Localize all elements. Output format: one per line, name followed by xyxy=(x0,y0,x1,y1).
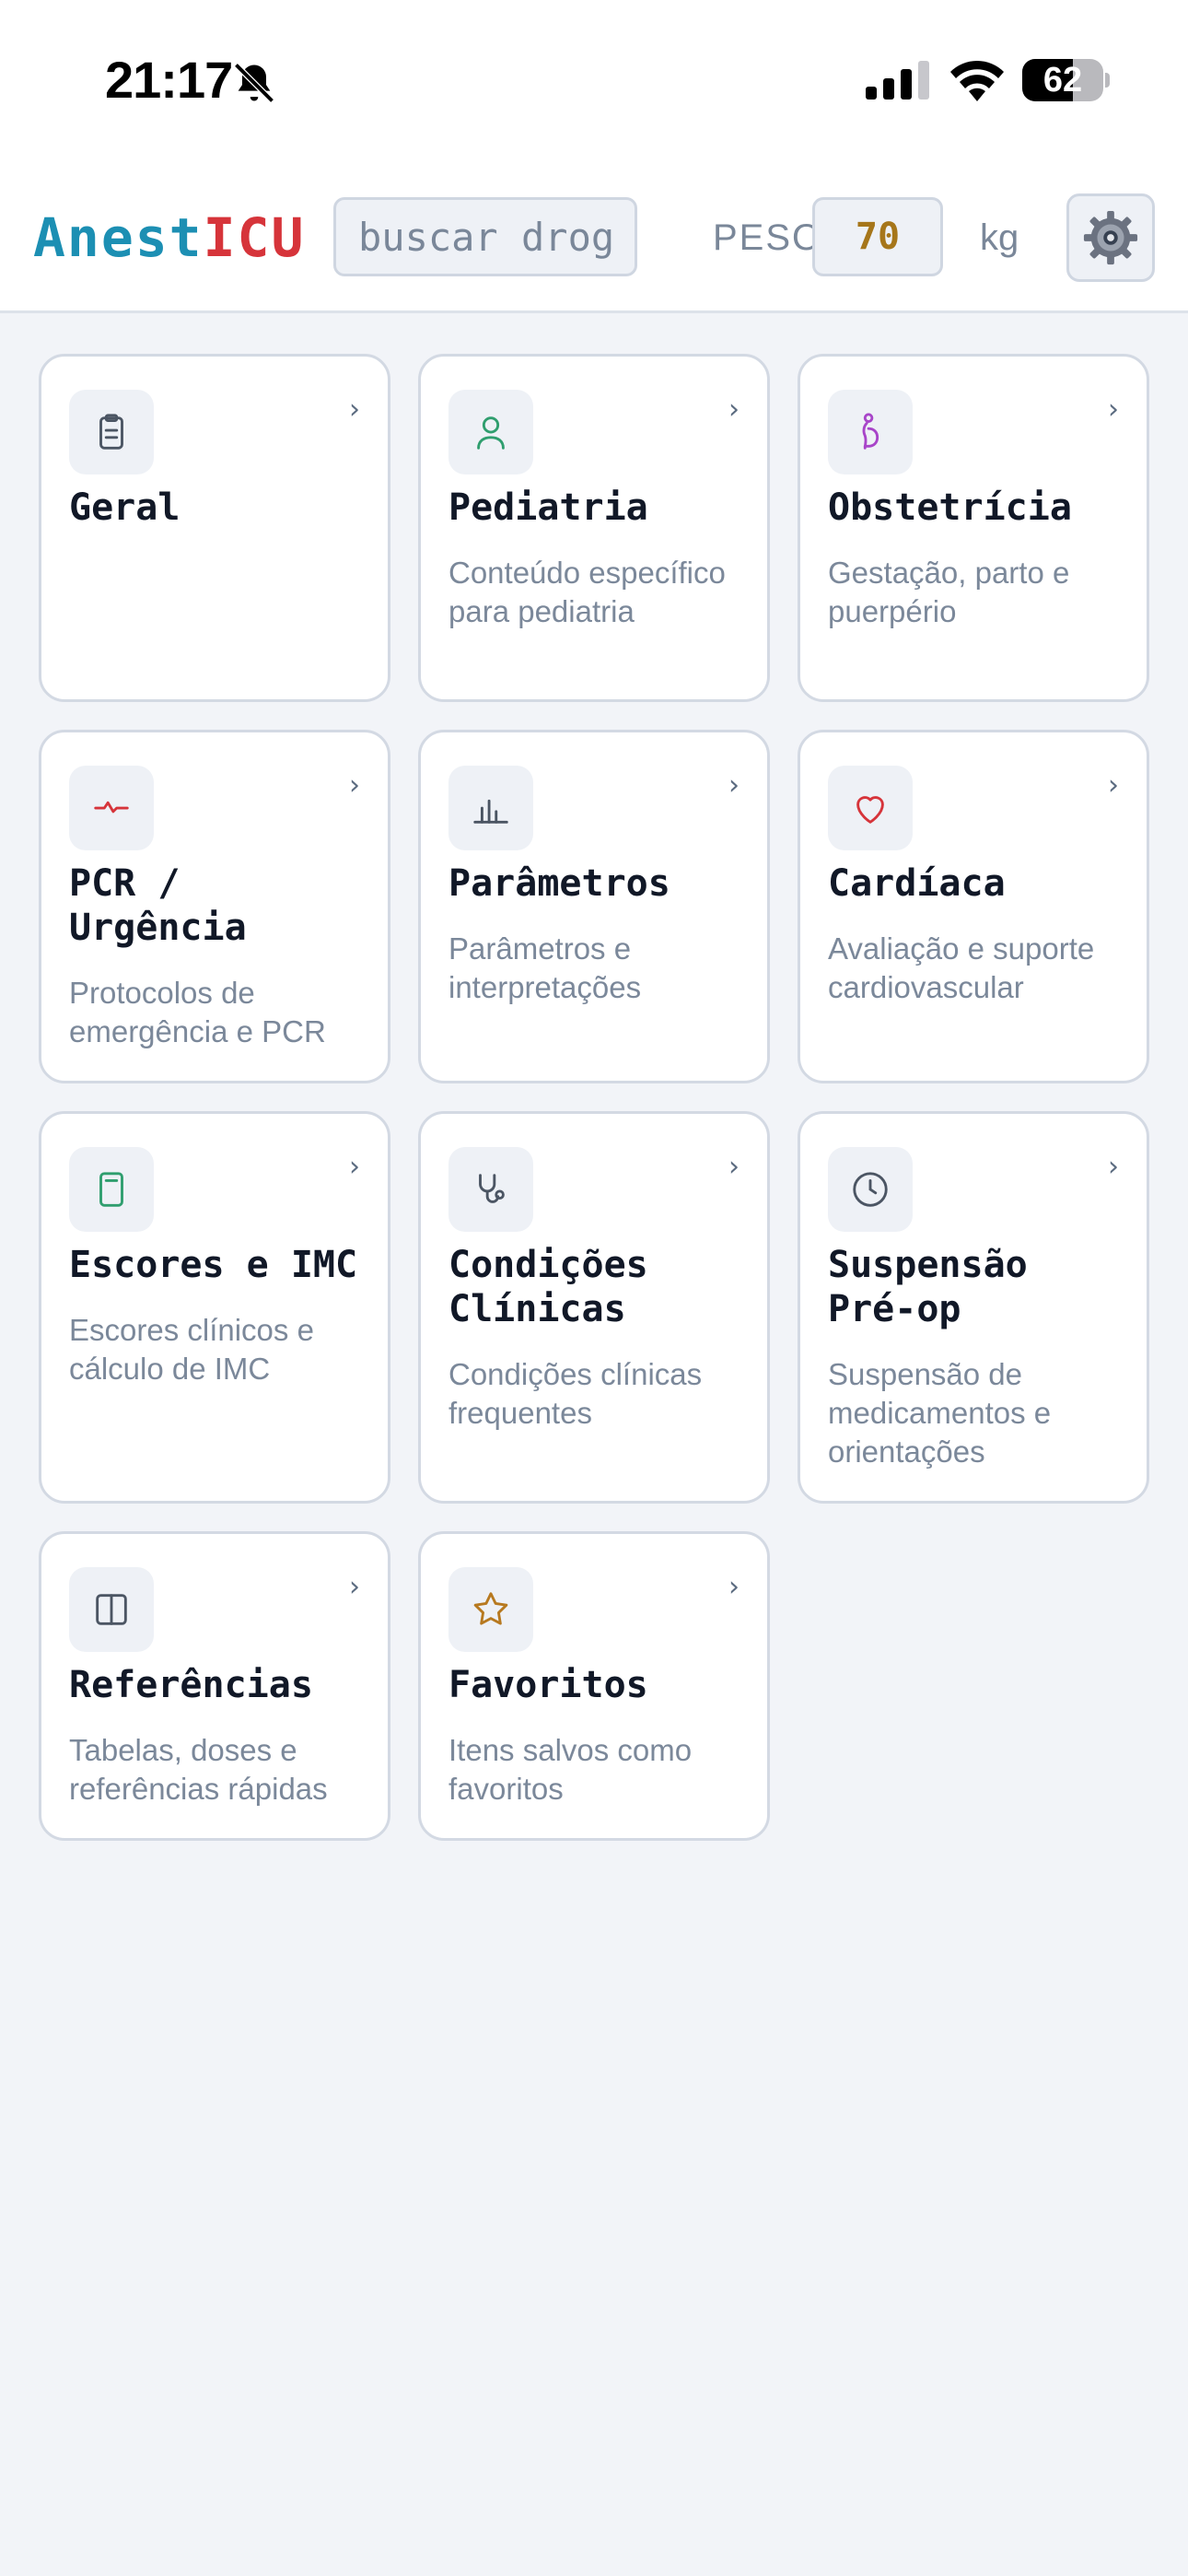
logo-part-icu: ICU xyxy=(203,206,306,269)
card-title: Pediatria xyxy=(448,486,648,529)
card-icon-box xyxy=(448,1567,533,1652)
chevron-right-icon: › xyxy=(349,1571,360,1603)
bell-muted-icon xyxy=(234,63,274,103)
card-description: Tabelas, doses e referências rápidas xyxy=(69,1733,328,1806)
logo-part-anest: Anest xyxy=(33,206,204,269)
weight-label: PESO xyxy=(713,217,823,258)
card-description: Escores clínicos e cálculo de IMC xyxy=(69,1313,314,1386)
card-suspensao-preop[interactable]: › Suspensão Pré-op Suspensão de medicame… xyxy=(798,1111,1149,1504)
card-title: Favoritos xyxy=(448,1664,648,1706)
card-title: Escores e IMC xyxy=(69,1244,358,1286)
chevron-right-icon: › xyxy=(728,1571,740,1603)
card-icon-box xyxy=(69,766,154,850)
card-title: Suspensão Pré-op xyxy=(828,1244,1028,1330)
person-icon xyxy=(477,416,505,450)
card-condicoes-clinicas[interactable]: › Condições Clínicas Condições clínicas … xyxy=(418,1111,770,1504)
weight-unit: kg xyxy=(980,217,1019,258)
card-description: Gestação, parto e puerpério xyxy=(828,556,1070,628)
chevron-right-icon: › xyxy=(1108,393,1119,426)
chevron-right-icon: › xyxy=(728,769,740,802)
pulse-icon xyxy=(94,801,129,814)
chevron-right-icon: › xyxy=(1108,769,1119,802)
card-title: Cardíaca xyxy=(828,862,1006,905)
status-bar: 21:17 62 xyxy=(0,0,1188,166)
card-icon-box xyxy=(828,390,913,474)
gear-icon xyxy=(1083,210,1138,265)
chevron-right-icon: › xyxy=(349,393,360,426)
chevron-right-icon: › xyxy=(349,1151,360,1183)
search-input[interactable] xyxy=(333,197,637,276)
card-obstetricia[interactable]: › Obstetrícia Gestação, parto e puerpéri… xyxy=(798,354,1149,702)
card-icon-box xyxy=(448,390,533,474)
clipboard-icon xyxy=(99,414,123,450)
card-title: Parâmetros xyxy=(448,862,670,905)
card-icon-box xyxy=(69,1567,154,1652)
card-title: Condições Clínicas xyxy=(448,1244,648,1330)
wifi-icon xyxy=(950,60,1004,101)
card-description: Suspensão de medicamentos e orientações xyxy=(828,1357,1052,1469)
card-icon-box xyxy=(448,766,533,850)
heart-icon xyxy=(856,796,884,824)
card-title: PCR / Urgência xyxy=(69,862,247,949)
status-time: 21:17 xyxy=(105,51,233,109)
book-icon xyxy=(96,1594,127,1625)
app-logo: AnestICU xyxy=(33,206,305,269)
card-pediatria[interactable]: › Pediatria Conteúdo específico para ped… xyxy=(418,354,770,702)
calculator-icon xyxy=(99,1172,123,1207)
card-description: Avaliação e suporte cardiovascular xyxy=(828,931,1095,1004)
chevron-right-icon: › xyxy=(728,393,740,426)
pregnant-icon xyxy=(862,413,879,450)
card-title: Geral xyxy=(69,486,181,529)
card-favoritos[interactable]: › Favoritos Itens salvos como favoritos xyxy=(418,1531,770,1841)
card-description: Itens salvos como favoritos xyxy=(448,1733,693,1806)
star-icon xyxy=(473,1592,508,1625)
battery-level: 62 xyxy=(1042,61,1083,100)
chevron-right-icon: › xyxy=(349,769,360,802)
card-referencias[interactable]: › Referências Tabelas, doses e referênci… xyxy=(39,1531,390,1841)
settings-button[interactable] xyxy=(1066,193,1155,282)
stethoscope-icon xyxy=(479,1174,505,1203)
card-title: Referências xyxy=(69,1664,313,1706)
card-icon-box xyxy=(828,766,913,850)
card-icon-box xyxy=(69,1147,154,1232)
chevron-right-icon: › xyxy=(1108,1151,1119,1183)
card-title: Obstetrícia xyxy=(828,486,1072,529)
bar-chart-icon xyxy=(473,799,508,824)
app-header: AnestICU PESO kg xyxy=(0,166,1188,313)
card-parametros[interactable]: › Parâmetros Parâmetros e interpretações xyxy=(418,730,770,1083)
card-geral[interactable]: › Geral xyxy=(39,354,390,702)
weight-input[interactable] xyxy=(812,197,943,276)
card-escores-imc[interactable]: › Escores e IMC Escores clínicos e cálcu… xyxy=(39,1111,390,1504)
card-description: Conteúdo específico para pediatria xyxy=(448,556,726,628)
card-pcr-urgencia[interactable]: › PCR / Urgência Protocolos de emergênci… xyxy=(39,730,390,1083)
card-description: Protocolos de emergência e PCR xyxy=(69,976,326,1048)
card-description: Condições clínicas frequentes xyxy=(448,1357,703,1430)
card-cardiaca[interactable]: › Cardíaca Avaliação e suporte cardiovas… xyxy=(798,730,1149,1083)
cellular-signal-icon xyxy=(866,61,929,100)
battery-indicator: 62 xyxy=(1022,59,1110,101)
card-icon-box xyxy=(69,390,154,474)
card-icon-box xyxy=(448,1147,533,1232)
card-description: Parâmetros e interpretações xyxy=(448,931,642,1004)
clock-icon xyxy=(853,1172,888,1207)
card-icon-box xyxy=(828,1147,913,1232)
chevron-right-icon: › xyxy=(728,1151,740,1183)
